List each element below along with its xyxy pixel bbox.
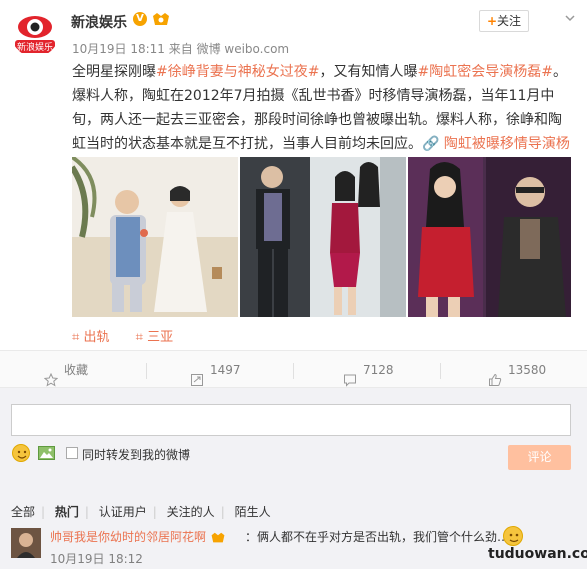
emoji-icon [503, 526, 523, 546]
author-avatar[interactable]: 新浪娱乐 [11, 9, 59, 57]
comment-input[interactable] [11, 404, 571, 436]
comment-time: 10月19日 18:12 [50, 552, 143, 566]
post-text: 全明星探刚曝 [72, 64, 156, 80]
watermark: tuduowan.com [488, 546, 587, 562]
action-bar: 收藏 1497 7128 13580 [0, 350, 587, 388]
topic-tag[interactable]: ⌗ 三亚 [136, 326, 173, 345]
thumbs-up-icon [488, 364, 502, 386]
topic-tag-icon: ⌗ [135, 330, 148, 345]
hashtag-link[interactable]: #陶虹密会导演杨磊# [417, 64, 552, 80]
favorite-button[interactable]: 收藏 [43, 351, 88, 389]
filter-tab-following[interactable]: 关注的人 [167, 505, 215, 519]
vip-badge-icon [210, 530, 226, 544]
image-upload-icon[interactable] [38, 446, 55, 460]
post-image-1[interactable] [72, 157, 238, 317]
post-text: ，又有知情人曝 [319, 64, 418, 80]
comment-button[interactable]: 7128 [343, 351, 394, 389]
follow-button[interactable]: +关注 [479, 10, 529, 32]
hashtag-link[interactable]: #徐峥背妻与神秘女过夜# [156, 64, 319, 80]
topic-tag-icon: ⌗ [72, 330, 84, 345]
chevron-down-icon[interactable] [565, 14, 575, 24]
star-icon [43, 364, 59, 387]
topic-tag[interactable]: ⌗ 出轨 [72, 326, 109, 345]
filter-tab-all[interactable]: 全部 [11, 505, 35, 519]
filter-tab-strangers[interactable]: 陌生人 [235, 505, 271, 519]
post-meta: 10月19日 18:11 来自 微博 weibo.com [72, 42, 290, 56]
plus-icon: + [486, 14, 498, 28]
filter-tab-hot[interactable]: 热门 [55, 505, 79, 519]
author-name[interactable]: 新浪娱乐 [71, 12, 127, 32]
follow-label: 关注 [497, 14, 522, 28]
commenter-avatar[interactable] [11, 528, 41, 558]
like-button[interactable]: 13580 [488, 351, 546, 389]
verified-v-icon: V [133, 12, 147, 26]
comment-text: ：俩人都不在乎对方是否出轨，我们管个什么劲…… [245, 530, 522, 544]
commenter-name[interactable]: 帅哥我是你幼时的邻居阿花啊 [50, 528, 226, 545]
filter-tab-verified[interactable]: 认证用户 [99, 505, 147, 519]
repost-icon [190, 364, 204, 386]
vip-badge-icon [151, 12, 171, 27]
comment-section: 同时转发到我的微博 评论 全部 | 热门 | 认证用户 | 关注的人 | 陌生人 帅哥我… [0, 388, 587, 569]
post-image-3[interactable] [408, 157, 571, 317]
repost-checkbox[interactable] [66, 447, 78, 459]
emoji-icon[interactable] [12, 444, 30, 462]
repost-button[interactable]: 1497 [190, 351, 241, 389]
weibo-post-card: 新浪娱乐 新浪娱乐 V 10月19日 18:11 来自 微博 weibo.com… [0, 0, 587, 569]
post-topic-tags: ⌗ 出轨 ⌗ 三亚 [72, 326, 195, 345]
svg-text:新浪娱乐: 新浪娱乐 [17, 41, 53, 53]
comment-submit-button[interactable]: 评论 [508, 445, 571, 470]
post-image-2[interactable] [240, 157, 406, 317]
repost-checkbox-label: 同时转发到我的微博 [82, 448, 191, 462]
comment-filter-tabs: 全部 | 热门 | 认证用户 | 关注的人 | 陌生人 [11, 505, 271, 519]
comment-icon [343, 364, 357, 387]
